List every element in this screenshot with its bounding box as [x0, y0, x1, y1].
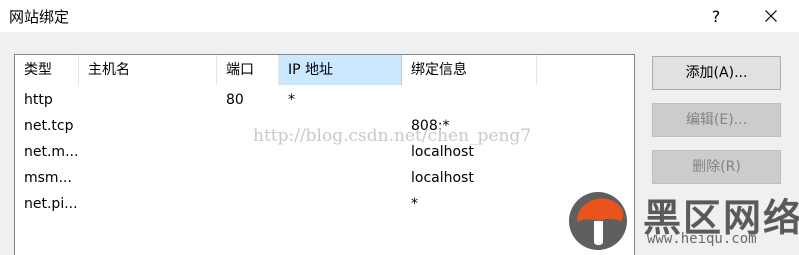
column-header-binding-info[interactable]: 绑定信息	[402, 55, 537, 85]
close-button[interactable]	[749, 0, 793, 32]
cell-type: http	[24, 92, 53, 108]
close-icon	[765, 10, 777, 22]
cell-hostname	[79, 87, 88, 113]
cell-port	[217, 113, 226, 139]
brand-site: www.heiqu.com	[647, 231, 757, 247]
cell-binding-info: localhost	[411, 170, 474, 186]
watermark-url: http://blog.csdn.net/chen_peng7	[253, 126, 532, 146]
cell-ip-address	[279, 191, 288, 217]
cell-type: net.m...	[24, 144, 79, 160]
table-row[interactable]: msm... localhost	[15, 165, 634, 191]
edit-button[interactable]: 编辑(E)...	[652, 103, 781, 137]
cell-port: 80	[226, 92, 244, 108]
cell-port	[217, 191, 226, 217]
bindings-list[interactable]: 类型 主机名 端口 IP 地址 绑定信息 http 80 * net.tcp 8…	[14, 54, 635, 255]
table-row[interactable]: http 80 *	[15, 87, 634, 113]
cell-type: msm...	[24, 170, 72, 186]
cell-port	[217, 165, 226, 191]
table-row[interactable]: net.pi... *	[15, 191, 634, 217]
cell-hostname	[79, 113, 88, 139]
cell-type: net.pi...	[24, 196, 78, 212]
dialog-title: 网站绑定	[9, 8, 70, 26]
column-header-hostname[interactable]: 主机名	[79, 55, 217, 85]
brand-logo: 黑区网络 www.heiqu.com	[565, 188, 799, 250]
cell-type: net.tcp	[24, 118, 74, 134]
cell-hostname	[79, 165, 88, 191]
cell-binding-info	[402, 87, 411, 113]
cell-hostname	[79, 191, 88, 217]
remove-button[interactable]: 删除(R)	[652, 150, 781, 184]
column-header-ip-address[interactable]: IP 地址	[279, 55, 402, 85]
cell-ip-address: *	[288, 92, 295, 108]
cell-hostname	[79, 139, 88, 165]
add-button[interactable]: 添加(A)...	[652, 56, 781, 90]
cell-port	[217, 139, 226, 165]
column-header-port[interactable]: 端口	[217, 55, 279, 85]
cell-ip-address	[279, 165, 288, 191]
column-header-type[interactable]: 类型	[15, 55, 79, 85]
cell-binding-info: *	[411, 196, 418, 212]
help-button[interactable]: ?	[694, 0, 738, 32]
list-header: 类型 主机名 端口 IP 地址 绑定信息	[15, 55, 634, 85]
title-bar: 网站绑定 ?	[0, 0, 799, 32]
